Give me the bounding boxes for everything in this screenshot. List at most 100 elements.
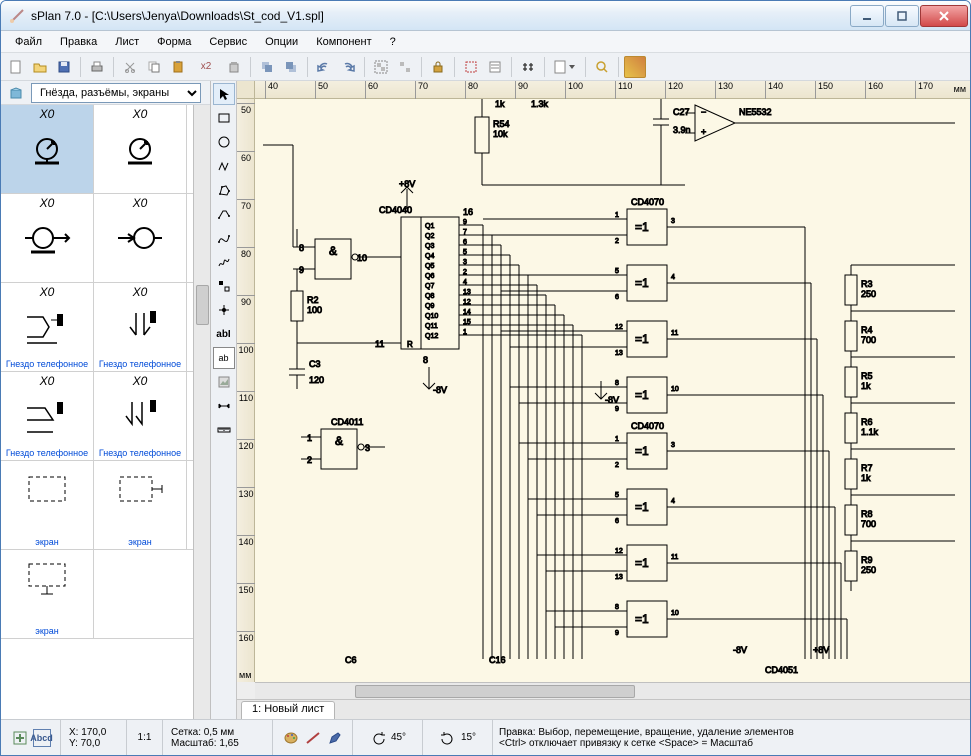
window-title: sPlan 7.0 - [C:\Users\Jenya\Downloads\St… xyxy=(31,9,849,23)
list-icon[interactable] xyxy=(484,56,506,78)
library-select[interactable]: Гнёзда, разъёмы, экраны xyxy=(31,83,201,103)
status-plus-icon[interactable] xyxy=(11,729,29,747)
rotate-ccw-icon[interactable] xyxy=(369,729,387,747)
menu-options[interactable]: Опции xyxy=(257,34,306,50)
status-abcd-icon[interactable]: Abcd xyxy=(33,729,51,747)
menu-component[interactable]: Компонент xyxy=(308,34,379,50)
tool-polygon[interactable] xyxy=(213,179,235,201)
status-pen-icon[interactable] xyxy=(326,729,344,747)
svg-text:4: 4 xyxy=(671,274,675,281)
schematic-canvas[interactable]: 1k 1.3k R54 10k xyxy=(255,99,970,682)
component-name: Гнездо телефонное xyxy=(99,448,181,458)
scrollbar-thumb[interactable] xyxy=(196,285,209,325)
tool-special[interactable] xyxy=(213,275,235,297)
open-icon[interactable] xyxy=(29,56,51,78)
print-icon[interactable] xyxy=(86,56,108,78)
palette-scrollbar[interactable] xyxy=(193,105,210,719)
tool-line[interactable] xyxy=(213,203,235,225)
svg-text:CD4040: CD4040 xyxy=(379,205,412,215)
new-icon[interactable] xyxy=(5,56,27,78)
menu-service[interactable]: Сервис xyxy=(201,34,255,50)
svg-text:2: 2 xyxy=(615,238,619,245)
tool-image[interactable] xyxy=(213,371,235,393)
component-phone-jack-3[interactable]: X0 Гнездо телефонное xyxy=(1,372,94,460)
copy-icon[interactable] xyxy=(143,56,165,78)
main-area: Гнёзда, разъёмы, экраны X0 X0 xyxy=(1,81,970,719)
svg-text:11: 11 xyxy=(671,330,678,337)
tool-node[interactable] xyxy=(213,299,235,321)
tool-bezier[interactable] xyxy=(213,227,235,249)
component-jack-2[interactable]: X0 xyxy=(94,105,187,193)
component-jack-1[interactable]: X0 xyxy=(1,105,94,193)
maximize-button[interactable] xyxy=(885,5,919,27)
svg-text:13: 13 xyxy=(615,574,623,581)
paste-icon[interactable] xyxy=(167,56,189,78)
component-phone-jack-4[interactable]: X0 Гнездо телефонное xyxy=(94,372,187,460)
undo-icon[interactable] xyxy=(313,56,335,78)
svg-text:Q1: Q1 xyxy=(425,223,434,230)
menu-form[interactable]: Форма xyxy=(149,34,199,50)
svg-text:=1: =1 xyxy=(635,220,649,234)
component-jack-3[interactable]: X0 xyxy=(1,194,94,282)
svg-text:R3: R3 xyxy=(861,279,873,289)
sheet-tab-1[interactable]: 1: Новый лист xyxy=(241,701,335,719)
title-bar[interactable]: sPlan 7.0 - [C:\Users\Jenya\Downloads\St… xyxy=(1,1,970,31)
component-shield-3[interactable]: экран xyxy=(1,550,94,638)
tool-ruler[interactable] xyxy=(213,419,235,441)
library-icon[interactable] xyxy=(5,82,27,104)
tool-zigzag[interactable] xyxy=(213,155,235,177)
svg-text:+8V: +8V xyxy=(813,645,829,655)
ungroup-icon[interactable] xyxy=(394,56,416,78)
menu-edit[interactable]: Правка xyxy=(52,34,105,50)
close-button[interactable] xyxy=(920,5,968,27)
svg-text:C27: C27 xyxy=(673,107,690,117)
svg-text:1: 1 xyxy=(615,212,619,219)
menu-file[interactable]: Файл xyxy=(7,34,50,50)
delete-icon[interactable] xyxy=(223,56,245,78)
page-dropdown-icon[interactable] xyxy=(550,56,580,78)
svg-text:Q6: Q6 xyxy=(425,273,434,280)
svg-text:=1: =1 xyxy=(635,276,649,290)
minimize-button[interactable] xyxy=(850,5,884,27)
to-front-icon[interactable] xyxy=(256,56,278,78)
redo-icon[interactable] xyxy=(337,56,359,78)
zoom-icon[interactable] xyxy=(591,56,613,78)
tool-circle[interactable] xyxy=(213,131,235,153)
tool-text[interactable]: abI xyxy=(213,323,235,345)
svg-text:14: 14 xyxy=(463,309,471,316)
status-line-icon[interactable] xyxy=(304,729,322,747)
rotate-cw-icon[interactable] xyxy=(439,729,457,747)
status-palette-icon[interactable] xyxy=(282,729,300,747)
component-phone-jack-2[interactable]: X0 Гнездо телефонное xyxy=(94,283,187,371)
status-angle1: 45° xyxy=(391,732,406,743)
cut-icon[interactable] xyxy=(119,56,141,78)
tool-rectangle[interactable] xyxy=(213,107,235,129)
svg-text:100: 100 xyxy=(307,305,322,315)
group-icon[interactable] xyxy=(370,56,392,78)
svg-text:3: 3 xyxy=(671,442,675,449)
component-shield-1[interactable]: экран xyxy=(1,461,94,549)
tool-measure[interactable] xyxy=(213,395,235,417)
tool-pointer[interactable] xyxy=(213,83,235,105)
hscroll-thumb[interactable] xyxy=(355,685,635,698)
tool-freehand[interactable] xyxy=(213,251,235,273)
tool-textbox[interactable]: ab xyxy=(213,347,235,369)
find-icon[interactable] xyxy=(517,56,539,78)
to-back-icon[interactable] xyxy=(280,56,302,78)
menu-help[interactable]: ? xyxy=(382,34,404,50)
svg-text:=1: =1 xyxy=(635,500,649,514)
svg-text:12: 12 xyxy=(463,299,471,306)
svg-text:5: 5 xyxy=(615,268,619,275)
component-phone-jack-1[interactable]: X0 Гнездо телефонное xyxy=(1,283,94,371)
select-rect-icon[interactable] xyxy=(460,56,482,78)
menu-sheet[interactable]: Лист xyxy=(107,34,147,50)
duplicate-icon[interactable]: x2 xyxy=(191,56,221,78)
lock-icon[interactable] xyxy=(427,56,449,78)
component-jack-4[interactable]: X0 xyxy=(94,194,187,282)
component-shield-2[interactable]: экран xyxy=(94,461,187,549)
svg-text:=1: =1 xyxy=(635,612,649,626)
svg-text:R7: R7 xyxy=(861,463,873,473)
canvas-hscroll[interactable] xyxy=(255,682,970,699)
save-icon[interactable] xyxy=(53,56,75,78)
color-swatch-icon[interactable] xyxy=(624,56,646,78)
